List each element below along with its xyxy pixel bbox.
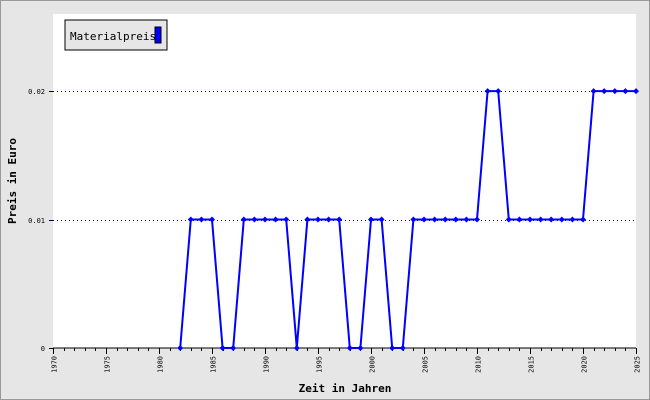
x-tick-label: 2010 (475, 356, 483, 373)
x-tick-label: 1980 (157, 356, 165, 373)
x-tick-label: 1975 (104, 356, 112, 373)
x-tick-label: 2000 (369, 356, 377, 373)
legend-swatch (154, 26, 162, 44)
line-chart: 1970 1975 1980 1985 1990 1995 2000 2005 2010 2015… (6, 14, 642, 395)
y-tick-label: 0 (41, 345, 45, 353)
y-tick-label: 0.02 (28, 88, 45, 96)
legend-label: Materialpreis (70, 30, 156, 43)
x-tick-label: 2025 (634, 356, 642, 373)
x-tick-label: 1995 (316, 356, 324, 373)
x-tick-label: 2020 (581, 356, 589, 373)
x-tick-label: 1990 (263, 356, 271, 373)
y-axis-ticks: 0 0.01 0.02 (28, 88, 53, 353)
x-tick-label: 1985 (210, 356, 218, 373)
y-axis-title: Preis in Euro (6, 138, 19, 224)
y-tick-label: 0.01 (28, 217, 45, 225)
plot-area (53, 14, 636, 348)
legend: Materialpreis (64, 19, 168, 51)
x-tick-label: 2015 (528, 356, 536, 373)
x-axis-ticks: 1970 1975 1980 1985 1990 1995 2000 2005 2010 2015… (51, 348, 642, 373)
x-tick-label: 2005 (422, 356, 430, 373)
x-tick-label: 1970 (51, 356, 59, 373)
x-axis-title: Zeit in Jahren (299, 382, 392, 395)
